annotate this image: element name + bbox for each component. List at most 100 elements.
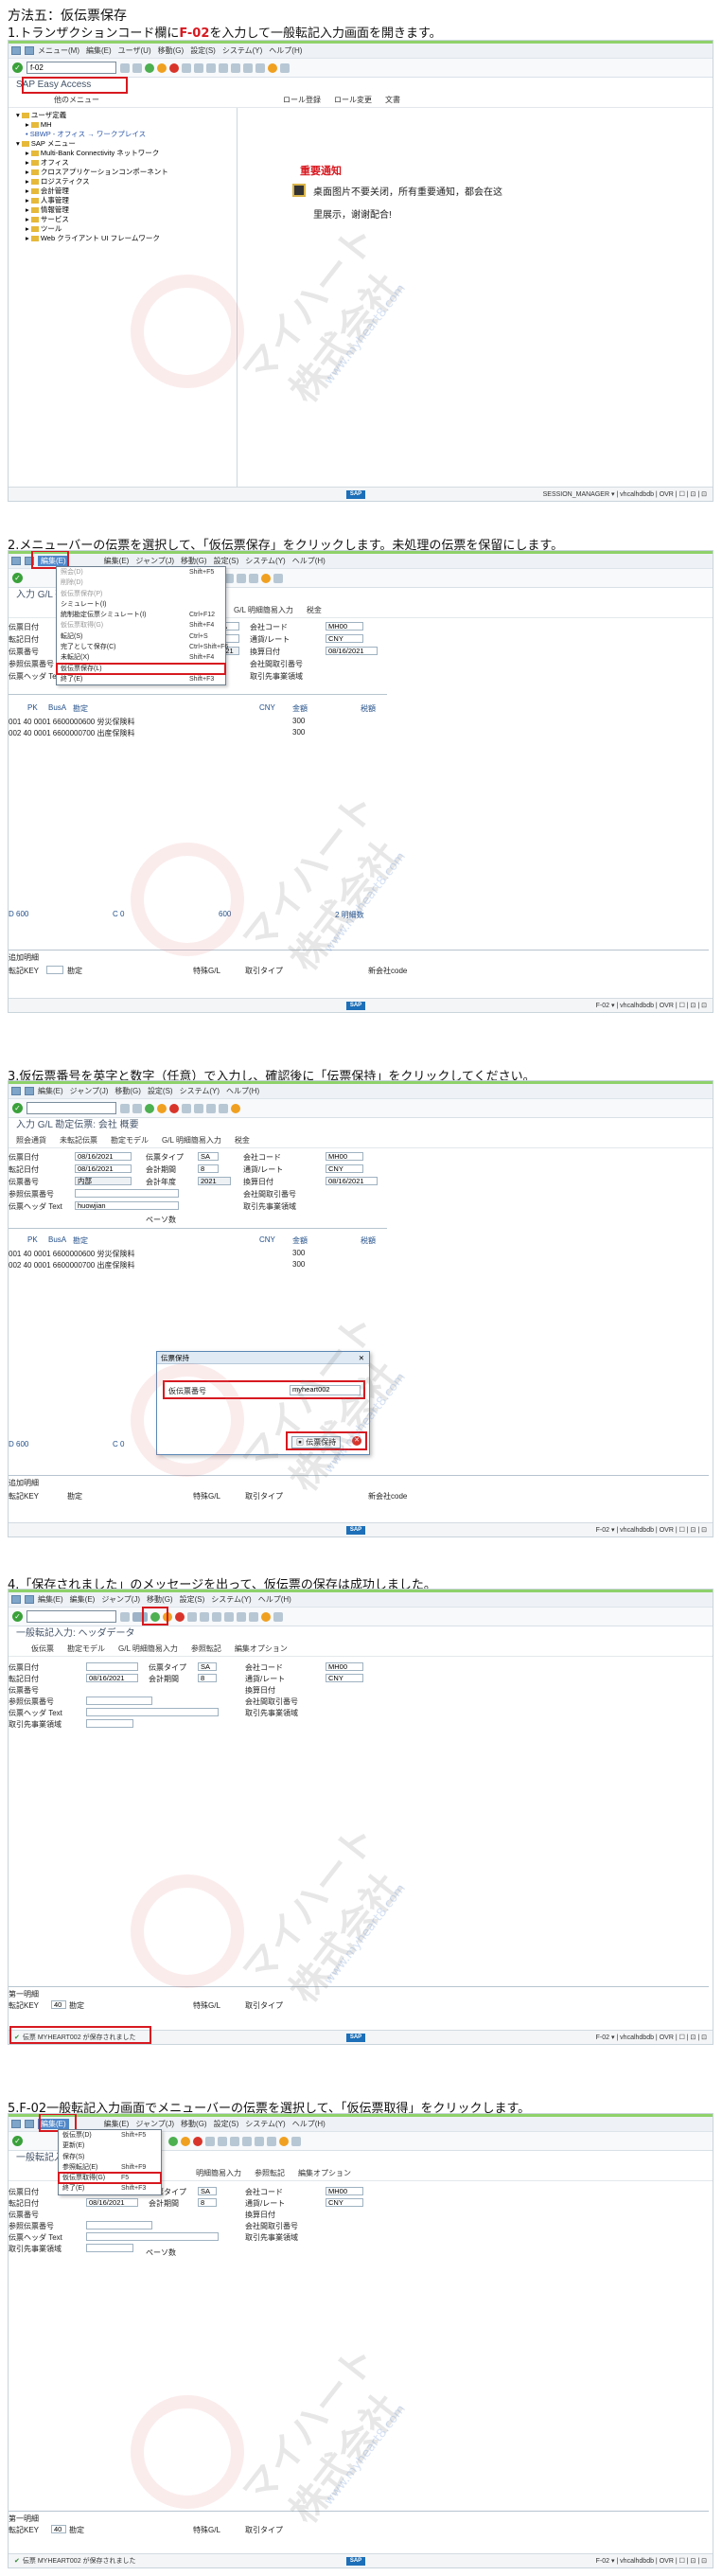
- save-icon[interactable]: [132, 1103, 142, 1113]
- find-icon[interactable]: [218, 2136, 227, 2146]
- first-page-icon[interactable]: [212, 1611, 221, 1622]
- menu-item[interactable]: ジャンプ(J): [135, 2119, 174, 2129]
- close-icon[interactable]: ✕: [359, 1352, 364, 1364]
- menu-item[interactable]: 編集(E): [70, 1594, 96, 1605]
- first-page-icon[interactable]: [230, 2136, 239, 2146]
- toolbar-button[interactable]: 勘定モデル: [67, 1643, 105, 1654]
- print-icon[interactable]: [205, 2136, 215, 2146]
- menu-option[interactable]: 保存(S): [59, 2152, 161, 2162]
- help-icon[interactable]: [268, 62, 277, 73]
- company-code-input[interactable]: MH00: [326, 2187, 363, 2195]
- menu-option-park-document[interactable]: 仮伝票保存(L): [56, 662, 226, 675]
- menu-option[interactable]: 転記(S) Ctrl+S: [57, 631, 225, 642]
- menu-item[interactable]: ユーザ(U): [118, 45, 151, 56]
- tree-node[interactable]: ▸ クロスアプリケーションコンポーネント: [16, 168, 237, 177]
- next-page-icon[interactable]: [255, 2136, 264, 2146]
- header-text-input[interactable]: [86, 2232, 219, 2241]
- menu-item[interactable]: 設定(S): [180, 1594, 205, 1605]
- toolbar-button[interactable]: 明細簡易入力: [196, 2168, 241, 2178]
- find-next-icon[interactable]: [206, 62, 216, 73]
- menu-item[interactable]: 移動(G): [114, 1086, 141, 1096]
- command-field[interactable]: [26, 1102, 116, 1114]
- back-icon[interactable]: [120, 62, 130, 73]
- tree-node[interactable]: ▾ ユーザ定義: [16, 111, 237, 120]
- last-page-icon[interactable]: [255, 62, 265, 73]
- back-green-icon[interactable]: [145, 1103, 154, 1113]
- toolbar-button[interactable]: 編集オプション: [235, 1643, 288, 1654]
- cancel-icon[interactable]: [193, 2136, 203, 2146]
- menu-item[interactable]: ヘルプ(H): [258, 1594, 291, 1605]
- find-icon[interactable]: [200, 1611, 209, 1622]
- settings-icon[interactable]: [280, 62, 290, 73]
- menu-option[interactable]: 完了として保存(C) Ctrl+Shift+F6: [57, 642, 228, 652]
- toolbar-button[interactable]: 仮伝票: [31, 1643, 54, 1654]
- sap-menu-icon[interactable]: [11, 2120, 21, 2128]
- parked-number-input[interactable]: myheart002: [290, 1385, 361, 1395]
- tree-node[interactable]: ▸ 情報管理: [16, 205, 237, 215]
- prev-page-icon[interactable]: [231, 62, 240, 73]
- sap-menu-icon[interactable]: [11, 1595, 21, 1604]
- cancel-icon[interactable]: [169, 62, 179, 73]
- enter-icon[interactable]: ✓: [12, 573, 23, 583]
- doc-date-input[interactable]: [86, 1662, 138, 1671]
- menu-item[interactable]: 移動(G): [181, 556, 207, 566]
- period-input[interactable]: 8: [198, 2198, 217, 2207]
- tree-node[interactable]: • SBWP - オフィス → ワークプレイス: [16, 130, 237, 139]
- toolbar-button[interactable]: 勘定モデル: [111, 1135, 149, 1146]
- toolbar-button[interactable]: 税金: [235, 1135, 250, 1146]
- tree-node[interactable]: ▸ ツール: [16, 224, 237, 234]
- sap-menu-icon[interactable]: [11, 46, 21, 55]
- print-icon[interactable]: [187, 1611, 197, 1622]
- next-page-icon[interactable]: [243, 62, 253, 73]
- tab-button[interactable]: G/L 明細簡易入力: [234, 605, 293, 615]
- back-icon[interactable]: [120, 1103, 130, 1113]
- currency-input[interactable]: CNY: [326, 2198, 363, 2207]
- menu-item[interactable]: システム(Y): [180, 1086, 220, 1096]
- tree-node[interactable]: ▸ 人事管理: [16, 196, 237, 205]
- window-icon[interactable]: [25, 2120, 34, 2128]
- command-field[interactable]: [26, 1610, 116, 1623]
- menu-item[interactable]: ヘルプ(H): [226, 1086, 259, 1096]
- header-text-input[interactable]: huowjian: [75, 1201, 179, 1210]
- reference-input[interactable]: [86, 2221, 152, 2230]
- toolbar-button[interactable]: 参照転記: [191, 1643, 221, 1654]
- menu-item[interactable]: 編集(E): [38, 1594, 63, 1605]
- prev-page-icon[interactable]: [242, 2136, 252, 2146]
- toolbar-button[interactable]: 照会通貨: [16, 1135, 46, 1146]
- menu-item[interactable]: 移動(G): [181, 2119, 207, 2129]
- menu-item[interactable]: ヘルプ(H): [269, 45, 302, 56]
- settings-icon[interactable]: [291, 2136, 301, 2146]
- tree-node[interactable]: ▾ SAP メニュー: [16, 139, 237, 149]
- tree-node[interactable]: ▸ Multi-Bank Connectivity ネットワーク: [16, 149, 237, 158]
- hold-document-button[interactable]: ▣ 伝票保持: [291, 1436, 342, 1448]
- menu-option[interactable]: 参照転記(E) Shift+F9: [59, 2162, 161, 2173]
- menu-option[interactable]: 更新(E): [59, 2141, 161, 2151]
- tree-node[interactable]: ▸ ロジスティクス: [16, 177, 237, 187]
- print-icon[interactable]: [182, 62, 191, 73]
- menu-item[interactable]: ヘルプ(H): [292, 556, 326, 566]
- menu-option[interactable]: 仮伝票(D) Shift+F5: [59, 2130, 161, 2141]
- tree-node[interactable]: ▸ MH: [16, 120, 237, 130]
- company-code-input[interactable]: MH00: [326, 622, 363, 631]
- window-icon[interactable]: [25, 1595, 34, 1604]
- first-page-icon[interactable]: [206, 1103, 216, 1113]
- menu-item[interactable]: 編集(E): [38, 1086, 63, 1096]
- menu-item[interactable]: 設定(S): [190, 45, 216, 56]
- posting-date-input[interactable]: 08/16/2021: [86, 1674, 138, 1682]
- posting-date-input[interactable]: 08/16/2021: [86, 2198, 138, 2207]
- enter-icon[interactable]: ✓: [12, 1103, 23, 1113]
- help-icon[interactable]: [261, 573, 271, 583]
- currency-input[interactable]: CNY: [326, 634, 363, 643]
- posting-date-input[interactable]: 08/16/2021: [75, 1164, 132, 1173]
- window-icon[interactable]: [25, 1087, 34, 1095]
- next-page-icon[interactable]: [237, 1611, 246, 1622]
- menu-item[interactable]: メニュー(M): [38, 45, 79, 56]
- exit-icon[interactable]: [157, 1103, 167, 1113]
- toolbar-button[interactable]: 文書: [385, 95, 400, 105]
- next-page-icon[interactable]: [237, 573, 246, 583]
- back-icon[interactable]: [120, 1611, 130, 1622]
- toolbar-button[interactable]: 編集オプション: [298, 2168, 351, 2178]
- table-row[interactable]: 002 40 0001 6600000700 出産保険料: [9, 728, 135, 738]
- exit-icon[interactable]: [181, 2136, 190, 2146]
- help-icon[interactable]: [231, 1103, 240, 1113]
